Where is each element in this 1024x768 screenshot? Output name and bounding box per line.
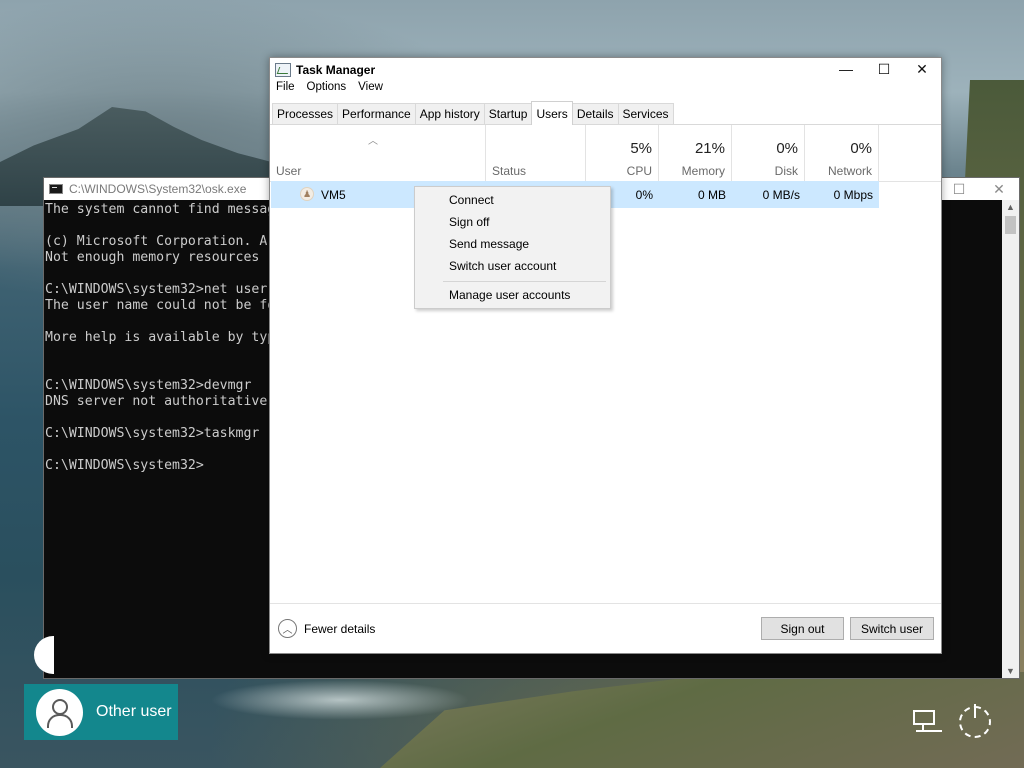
column-header-cpu[interactable]: 5% CPU xyxy=(586,125,659,182)
scroll-down-icon[interactable]: ▼ xyxy=(1002,664,1019,678)
column-header-memory[interactable]: 21% Memory xyxy=(659,125,732,182)
column-header-disk[interactable]: 0% Disk xyxy=(732,125,805,182)
column-header-status[interactable]: Status xyxy=(486,125,586,182)
background-surf xyxy=(210,680,470,720)
scroll-up-icon[interactable]: ▲ xyxy=(1002,200,1019,214)
maximize-icon[interactable]: ☐ xyxy=(865,58,903,80)
column-header-row: ︿ User Status 5% CPU 21% Memory 0% Disk … xyxy=(270,125,941,182)
network-icon[interactable] xyxy=(911,708,945,736)
column-label-memory: Memory xyxy=(681,164,725,178)
context-menu-manage-user-accounts[interactable]: Manage user accounts xyxy=(449,285,599,305)
task-manager-app-icon xyxy=(275,62,291,77)
column-label-disk: Disk xyxy=(774,164,798,178)
task-manager-title: Task Manager xyxy=(296,62,376,77)
task-manager-window-controls: — ☐ ✕ xyxy=(827,58,941,80)
close-icon[interactable]: ✕ xyxy=(903,58,941,80)
tab-processes[interactable]: Processes xyxy=(272,103,339,124)
column-header-user[interactable]: ︿ User xyxy=(270,125,486,182)
tab-services[interactable]: Services xyxy=(617,103,674,124)
row-cpu: 0% xyxy=(635,188,653,202)
tab-performance[interactable]: Performance xyxy=(337,103,416,124)
maximize-icon[interactable]: ☐ xyxy=(939,178,979,200)
avatar xyxy=(36,688,83,736)
column-label-cpu: CPU xyxy=(626,164,652,178)
task-manager-window[interactable]: Task Manager — ☐ ✕ File Options View Pro… xyxy=(269,57,942,654)
partial-avatar xyxy=(34,636,54,674)
sort-ascending-icon: ︿ xyxy=(368,136,378,147)
tab-details[interactable]: Details xyxy=(571,103,619,124)
context-menu: Connect Sign off Send message Switch use… xyxy=(414,186,611,309)
scrollbar-thumb[interactable] xyxy=(1005,216,1016,234)
memory-percent: 21% xyxy=(694,140,725,157)
task-manager-titlebar[interactable]: Task Manager — ☐ ✕ xyxy=(270,58,941,81)
power-icon[interactable] xyxy=(959,704,991,738)
column-label-status: Status xyxy=(492,164,527,178)
context-menu-connect[interactable]: Connect xyxy=(449,190,599,210)
menu-view[interactable]: View xyxy=(358,81,383,97)
minimize-icon[interactable]: — xyxy=(827,58,865,80)
user-icon: ♟ xyxy=(300,187,314,201)
task-manager-footer: ︿ Fewer details Sign out Switch user xyxy=(270,603,941,653)
cpu-percent: 5% xyxy=(630,140,652,157)
row-network: 0 Mbps xyxy=(833,188,873,202)
chevron-up-icon[interactable]: ︿ xyxy=(278,619,297,638)
column-label-network: Network xyxy=(827,164,872,178)
console-scrollbar[interactable]: ▲ ▼ xyxy=(1002,200,1019,678)
menu-file[interactable]: File xyxy=(276,81,295,97)
tab-app-history[interactable]: App history xyxy=(414,103,485,124)
context-menu-send-message[interactable]: Send message xyxy=(449,234,599,254)
context-menu-sign-off[interactable]: Sign off xyxy=(449,212,599,232)
console-window-controls: ☐ ✕ xyxy=(939,178,1019,200)
network-percent: 0% xyxy=(850,140,872,157)
sign-out-button[interactable]: Sign out xyxy=(761,617,844,640)
disk-percent: 0% xyxy=(776,140,798,157)
fewer-details-link[interactable]: Fewer details xyxy=(304,622,375,636)
other-user-tile[interactable]: Other user xyxy=(24,684,178,740)
context-menu-switch-user-account[interactable]: Switch user account xyxy=(449,256,599,276)
console-app-icon xyxy=(49,184,63,194)
close-icon[interactable]: ✕ xyxy=(979,178,1019,200)
other-user-label: Other user xyxy=(96,703,172,720)
tab-startup[interactable]: Startup xyxy=(483,103,533,124)
row-memory: 0 MB xyxy=(697,188,726,202)
menu-bar: File Options View xyxy=(270,81,941,97)
row-disk: 0 MB/s xyxy=(762,188,800,202)
row-user-name: VM5 xyxy=(321,188,346,202)
switch-user-button[interactable]: Switch user xyxy=(850,617,934,640)
console-title: C:\WINDOWS\System32\osk.exe xyxy=(69,182,247,196)
column-label-user: User xyxy=(276,164,302,178)
tab-users[interactable]: Users xyxy=(531,101,573,125)
menu-options[interactable]: Options xyxy=(307,81,347,97)
tab-strip: Processes Performance App history Startu… xyxy=(270,100,941,125)
context-menu-divider xyxy=(443,281,606,282)
column-header-network[interactable]: 0% Network xyxy=(805,125,879,182)
